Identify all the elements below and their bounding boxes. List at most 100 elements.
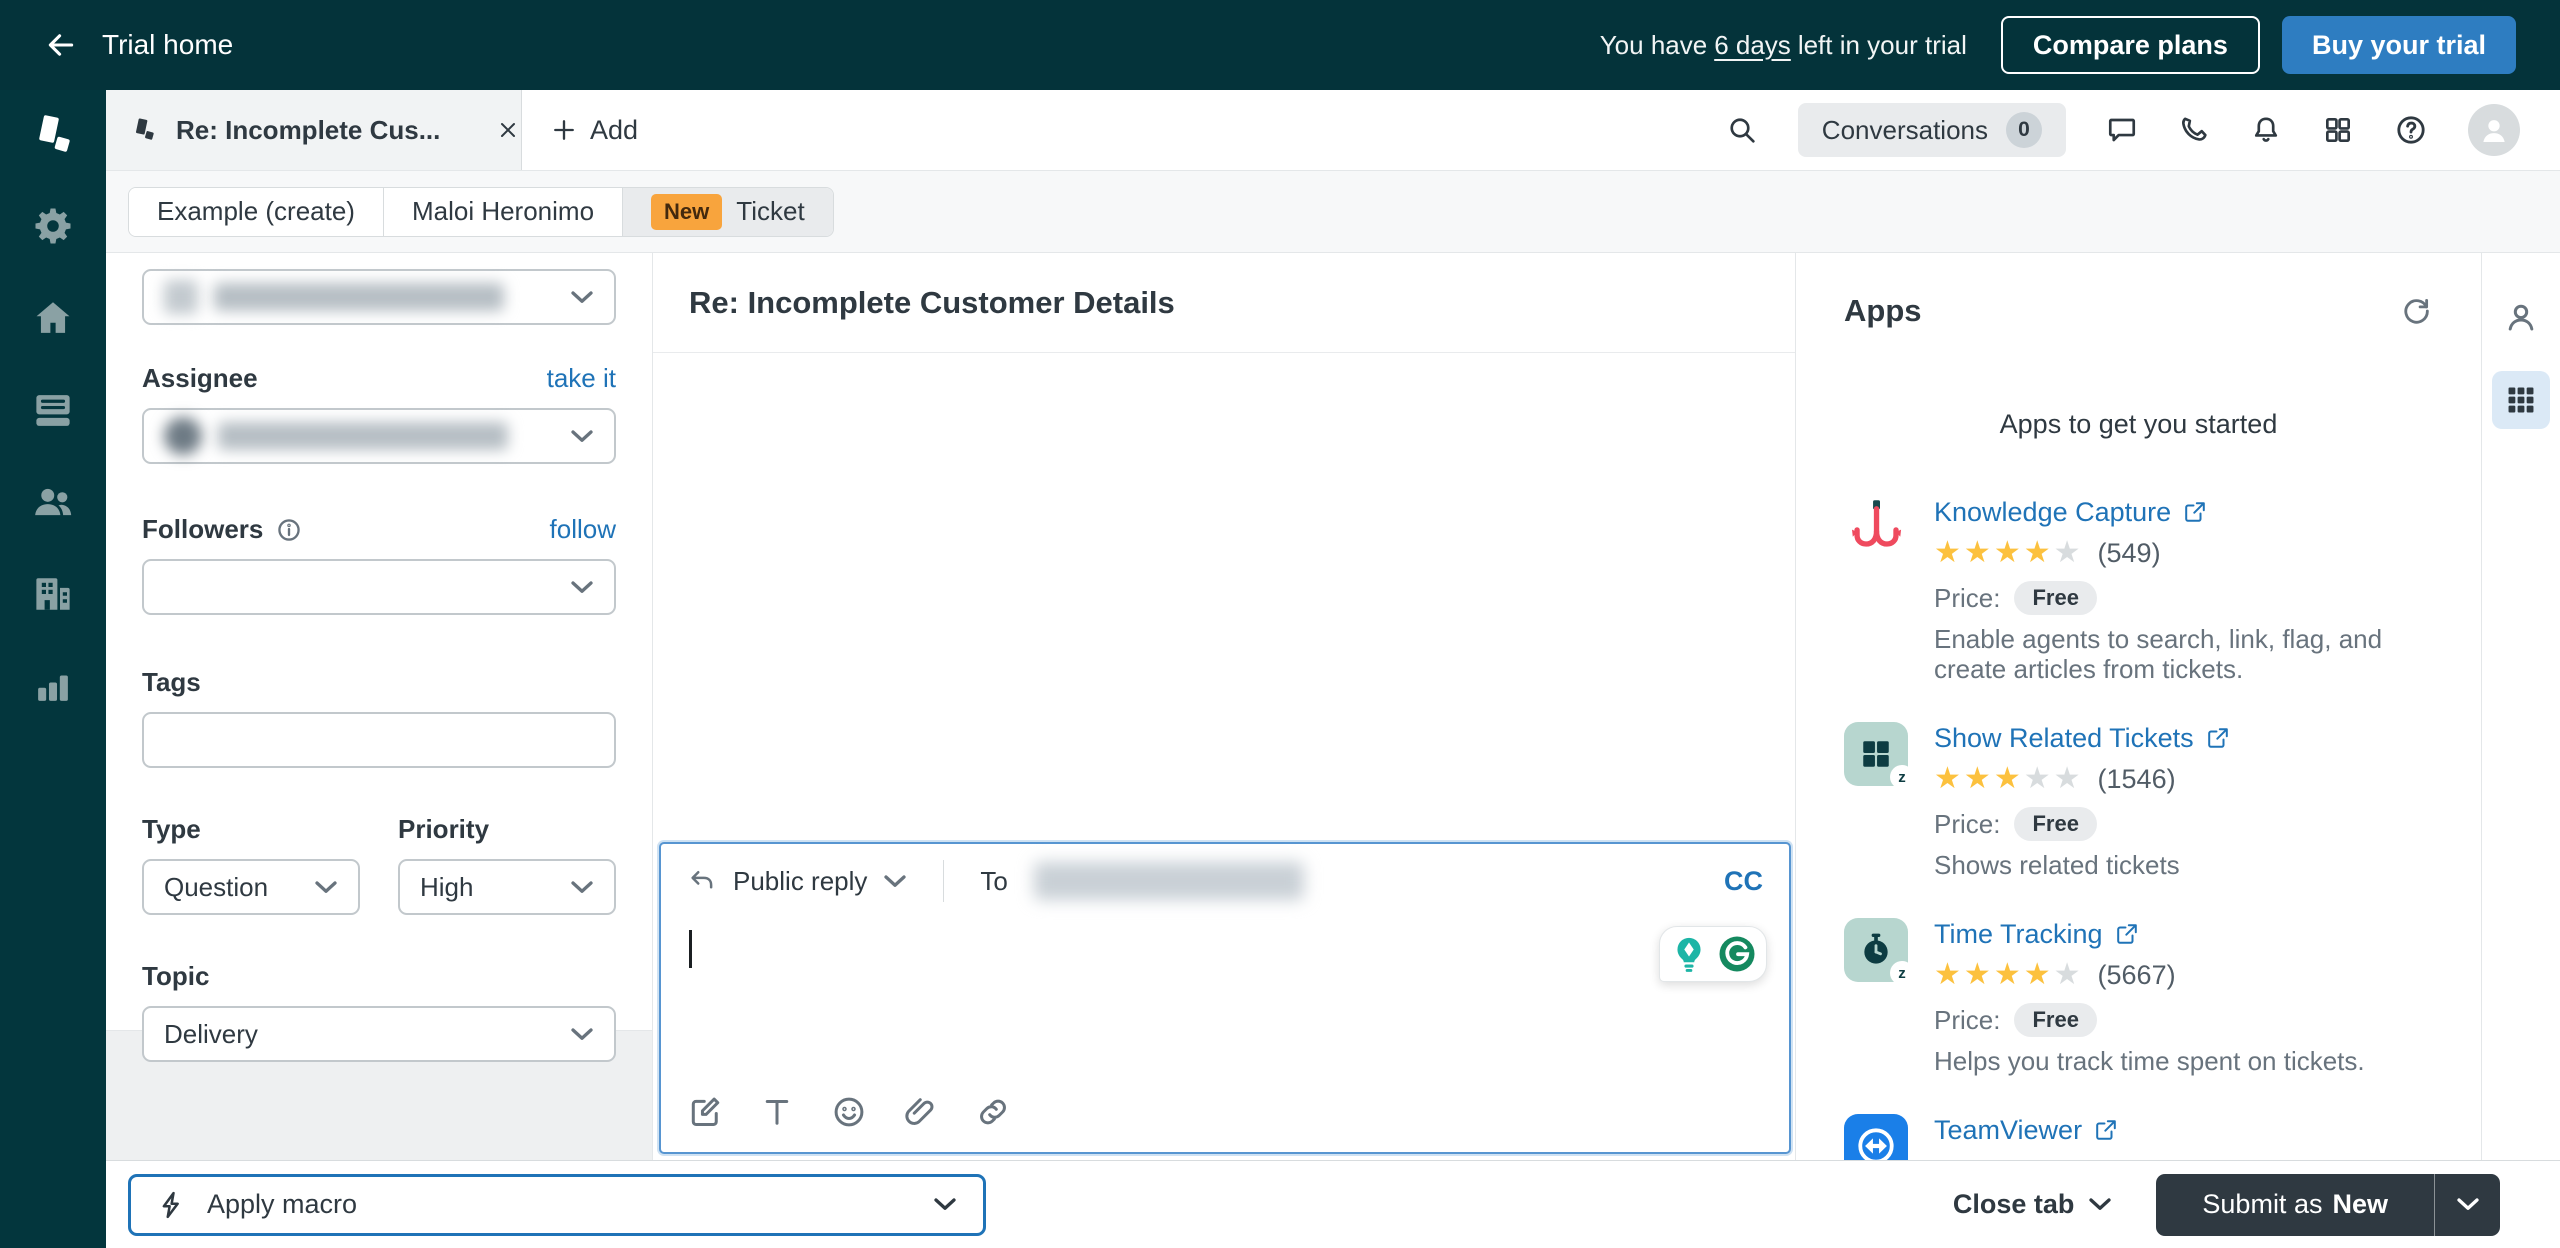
assignee-select[interactable] bbox=[142, 408, 616, 464]
ticket-workspace: Assignee take it Followers follow Tags T… bbox=[106, 253, 2560, 1160]
buy-trial-button[interactable]: Buy your trial bbox=[2281, 16, 2516, 74]
zendesk-badge: z bbox=[1890, 961, 1914, 985]
close-tab-button[interactable]: Close tab bbox=[1953, 1189, 2113, 1220]
sidebar-item-home[interactable] bbox=[0, 272, 106, 364]
star-icon: ★ bbox=[1993, 535, 2024, 569]
plus-icon bbox=[550, 116, 578, 144]
submit-as-new-button[interactable]: Submit as New bbox=[2156, 1174, 2434, 1236]
apply-macro-combobox[interactable]: Apply macro bbox=[128, 1173, 986, 1236]
user-panel-icon[interactable] bbox=[2503, 299, 2539, 335]
followers-select[interactable] bbox=[142, 559, 616, 615]
type-select[interactable]: Question bbox=[142, 859, 360, 915]
back-to-trial-home-button[interactable]: Trial home bbox=[44, 28, 233, 62]
active-ticket-tab[interactable]: Re: Incomplete Cus... bbox=[106, 90, 522, 170]
redacted-assignee-avatar bbox=[164, 417, 202, 455]
breadcrumb-workspace[interactable]: Example (create) bbox=[129, 187, 384, 236]
views-inbox-icon bbox=[32, 389, 74, 431]
external-link-icon bbox=[2183, 500, 2207, 524]
tab-title: Re: Incomplete Cus... bbox=[176, 114, 441, 145]
compare-plans-button[interactable]: Compare plans bbox=[2000, 16, 2260, 74]
compose-icon[interactable] bbox=[687, 1094, 723, 1130]
sidebar-item-zendesk-logo[interactable] bbox=[0, 90, 106, 180]
star-icon: ★ bbox=[1993, 957, 2024, 991]
ticket-properties-panel: Assignee take it Followers follow Tags T… bbox=[106, 253, 653, 1160]
product-switcher-icon[interactable] bbox=[2322, 114, 2354, 146]
trial-days-left[interactable]: 6 days bbox=[1714, 30, 1791, 60]
tags-input[interactable] bbox=[142, 712, 616, 768]
sidebar-item-reporting[interactable] bbox=[0, 640, 106, 732]
followers-label: Followers bbox=[142, 514, 264, 544]
attachment-icon[interactable] bbox=[903, 1094, 939, 1130]
home-icon bbox=[32, 297, 74, 339]
help-icon[interactable] bbox=[2394, 113, 2428, 147]
info-icon[interactable] bbox=[275, 516, 303, 544]
price-badge: Free bbox=[2014, 581, 2097, 615]
star-icon: ★ bbox=[2023, 957, 2054, 991]
star-icon: ★ bbox=[1963, 761, 1994, 795]
take-it-link[interactable]: take it bbox=[547, 363, 616, 394]
requester-select[interactable] bbox=[142, 269, 616, 325]
external-link-icon bbox=[2206, 726, 2230, 750]
sidebar-item-views[interactable] bbox=[0, 364, 106, 456]
app-review-count: (1546) bbox=[2097, 763, 2176, 794]
text-format-icon[interactable] bbox=[759, 1094, 795, 1130]
trial-home-label: Trial home bbox=[102, 29, 234, 60]
star-icon: ★ bbox=[2053, 535, 2084, 569]
grammarly-suggestions-icon[interactable] bbox=[1668, 933, 1710, 975]
redacted-requester-name bbox=[214, 283, 504, 311]
cc-link[interactable]: CC bbox=[1724, 866, 1763, 897]
sidebar-item-organizations[interactable] bbox=[0, 548, 106, 640]
notifications-bell-icon[interactable] bbox=[2250, 114, 2282, 146]
assignee-label: Assignee bbox=[142, 363, 258, 393]
sidebar-item-admin[interactable] bbox=[0, 180, 106, 272]
show-related-tickets-icon: z bbox=[1844, 722, 1914, 789]
emoji-icon[interactable] bbox=[831, 1094, 867, 1130]
trial-topbar: Trial home You have 6 days left in your tr… bbox=[0, 0, 2560, 90]
topic-select[interactable]: Delivery bbox=[142, 1006, 616, 1062]
phone-icon[interactable] bbox=[2178, 114, 2210, 146]
app-link[interactable]: Knowledge Capture bbox=[1934, 496, 2433, 528]
apps-panel-title: Apps bbox=[1844, 293, 1922, 328]
breadcrumb: Example (create) Maloi Heronimo New Tick… bbox=[128, 186, 834, 237]
tags-label: Tags bbox=[142, 667, 201, 697]
refresh-icon[interactable] bbox=[2399, 294, 2433, 328]
messaging-icon[interactable] bbox=[2106, 114, 2138, 146]
add-tab-button[interactable]: Add bbox=[522, 115, 638, 146]
close-tab-icon[interactable] bbox=[496, 118, 520, 142]
breadcrumb-requester[interactable]: Maloi Heronimo bbox=[383, 187, 624, 236]
star-icon: ★ bbox=[1934, 761, 1964, 795]
star-icon: ★ bbox=[1993, 761, 2024, 795]
external-link-icon bbox=[2115, 922, 2139, 946]
reply-type-selector[interactable]: Public reply bbox=[733, 866, 867, 897]
apps-panel-icon[interactable] bbox=[2492, 371, 2550, 429]
object-type-label: Ticket bbox=[736, 196, 805, 226]
redacted-requester-avatar bbox=[164, 280, 198, 314]
app-link[interactable]: TeamViewer bbox=[1934, 1114, 2118, 1146]
ticket-tab-strip: Re: Incomplete Cus... Add Conversations bbox=[106, 90, 2560, 171]
knowledge-capture-icon bbox=[1844, 496, 1908, 560]
app-link[interactable]: Time Tracking bbox=[1934, 918, 2365, 950]
app-description: Helps you track time spent on tickets. bbox=[1934, 1046, 2365, 1076]
sidebar-item-customers[interactable] bbox=[0, 456, 106, 548]
macro-lightning-icon bbox=[157, 1190, 187, 1220]
app-link[interactable]: Show Related Tickets bbox=[1934, 722, 2230, 754]
zendesk-logo bbox=[29, 111, 77, 159]
context-panel-rail bbox=[2482, 253, 2560, 1160]
search-icon[interactable] bbox=[1726, 114, 1758, 146]
grammarly-icon[interactable] bbox=[1716, 933, 1758, 975]
user-avatar[interactable] bbox=[2468, 104, 2520, 156]
reporting-chart-icon bbox=[32, 665, 74, 707]
conversations-button[interactable]: Conversations 0 bbox=[1797, 103, 2066, 157]
link-icon[interactable] bbox=[975, 1094, 1011, 1130]
time-tracking-icon: z bbox=[1844, 918, 1914, 985]
follow-link[interactable]: follow bbox=[550, 514, 616, 545]
submit-options-caret[interactable] bbox=[2434, 1173, 2500, 1236]
app-description: Enable agents to search, link, flag, and… bbox=[1934, 624, 2383, 684]
redacted-recipient bbox=[1033, 862, 1304, 900]
priority-select[interactable]: High bbox=[398, 859, 616, 915]
star-icon: ★ bbox=[2023, 761, 2054, 795]
apps-panel: Apps Apps to get you started Knowledge C… bbox=[1796, 253, 2482, 1160]
reply-composer[interactable]: Public reply To CC bbox=[659, 842, 1791, 1154]
app-price-row: Price: Free bbox=[1934, 578, 2433, 618]
composer-text-area[interactable] bbox=[661, 918, 1789, 1094]
